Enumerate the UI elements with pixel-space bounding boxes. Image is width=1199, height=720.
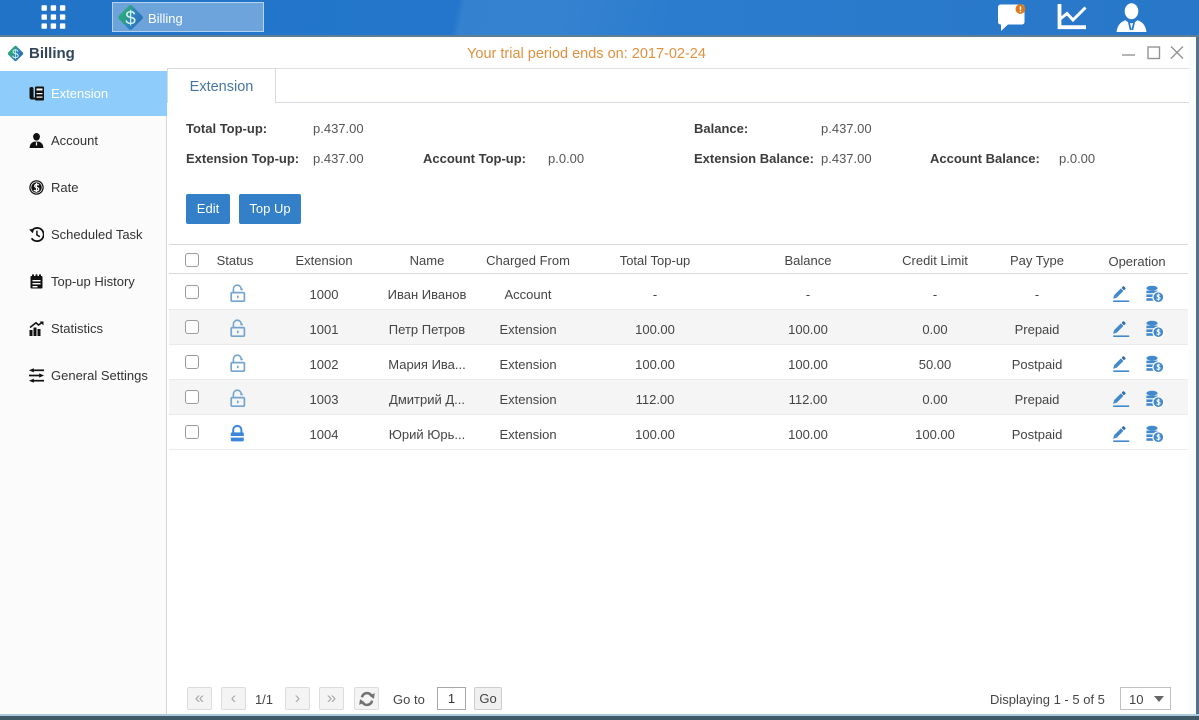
svg-text:$: $ [125, 9, 136, 30]
